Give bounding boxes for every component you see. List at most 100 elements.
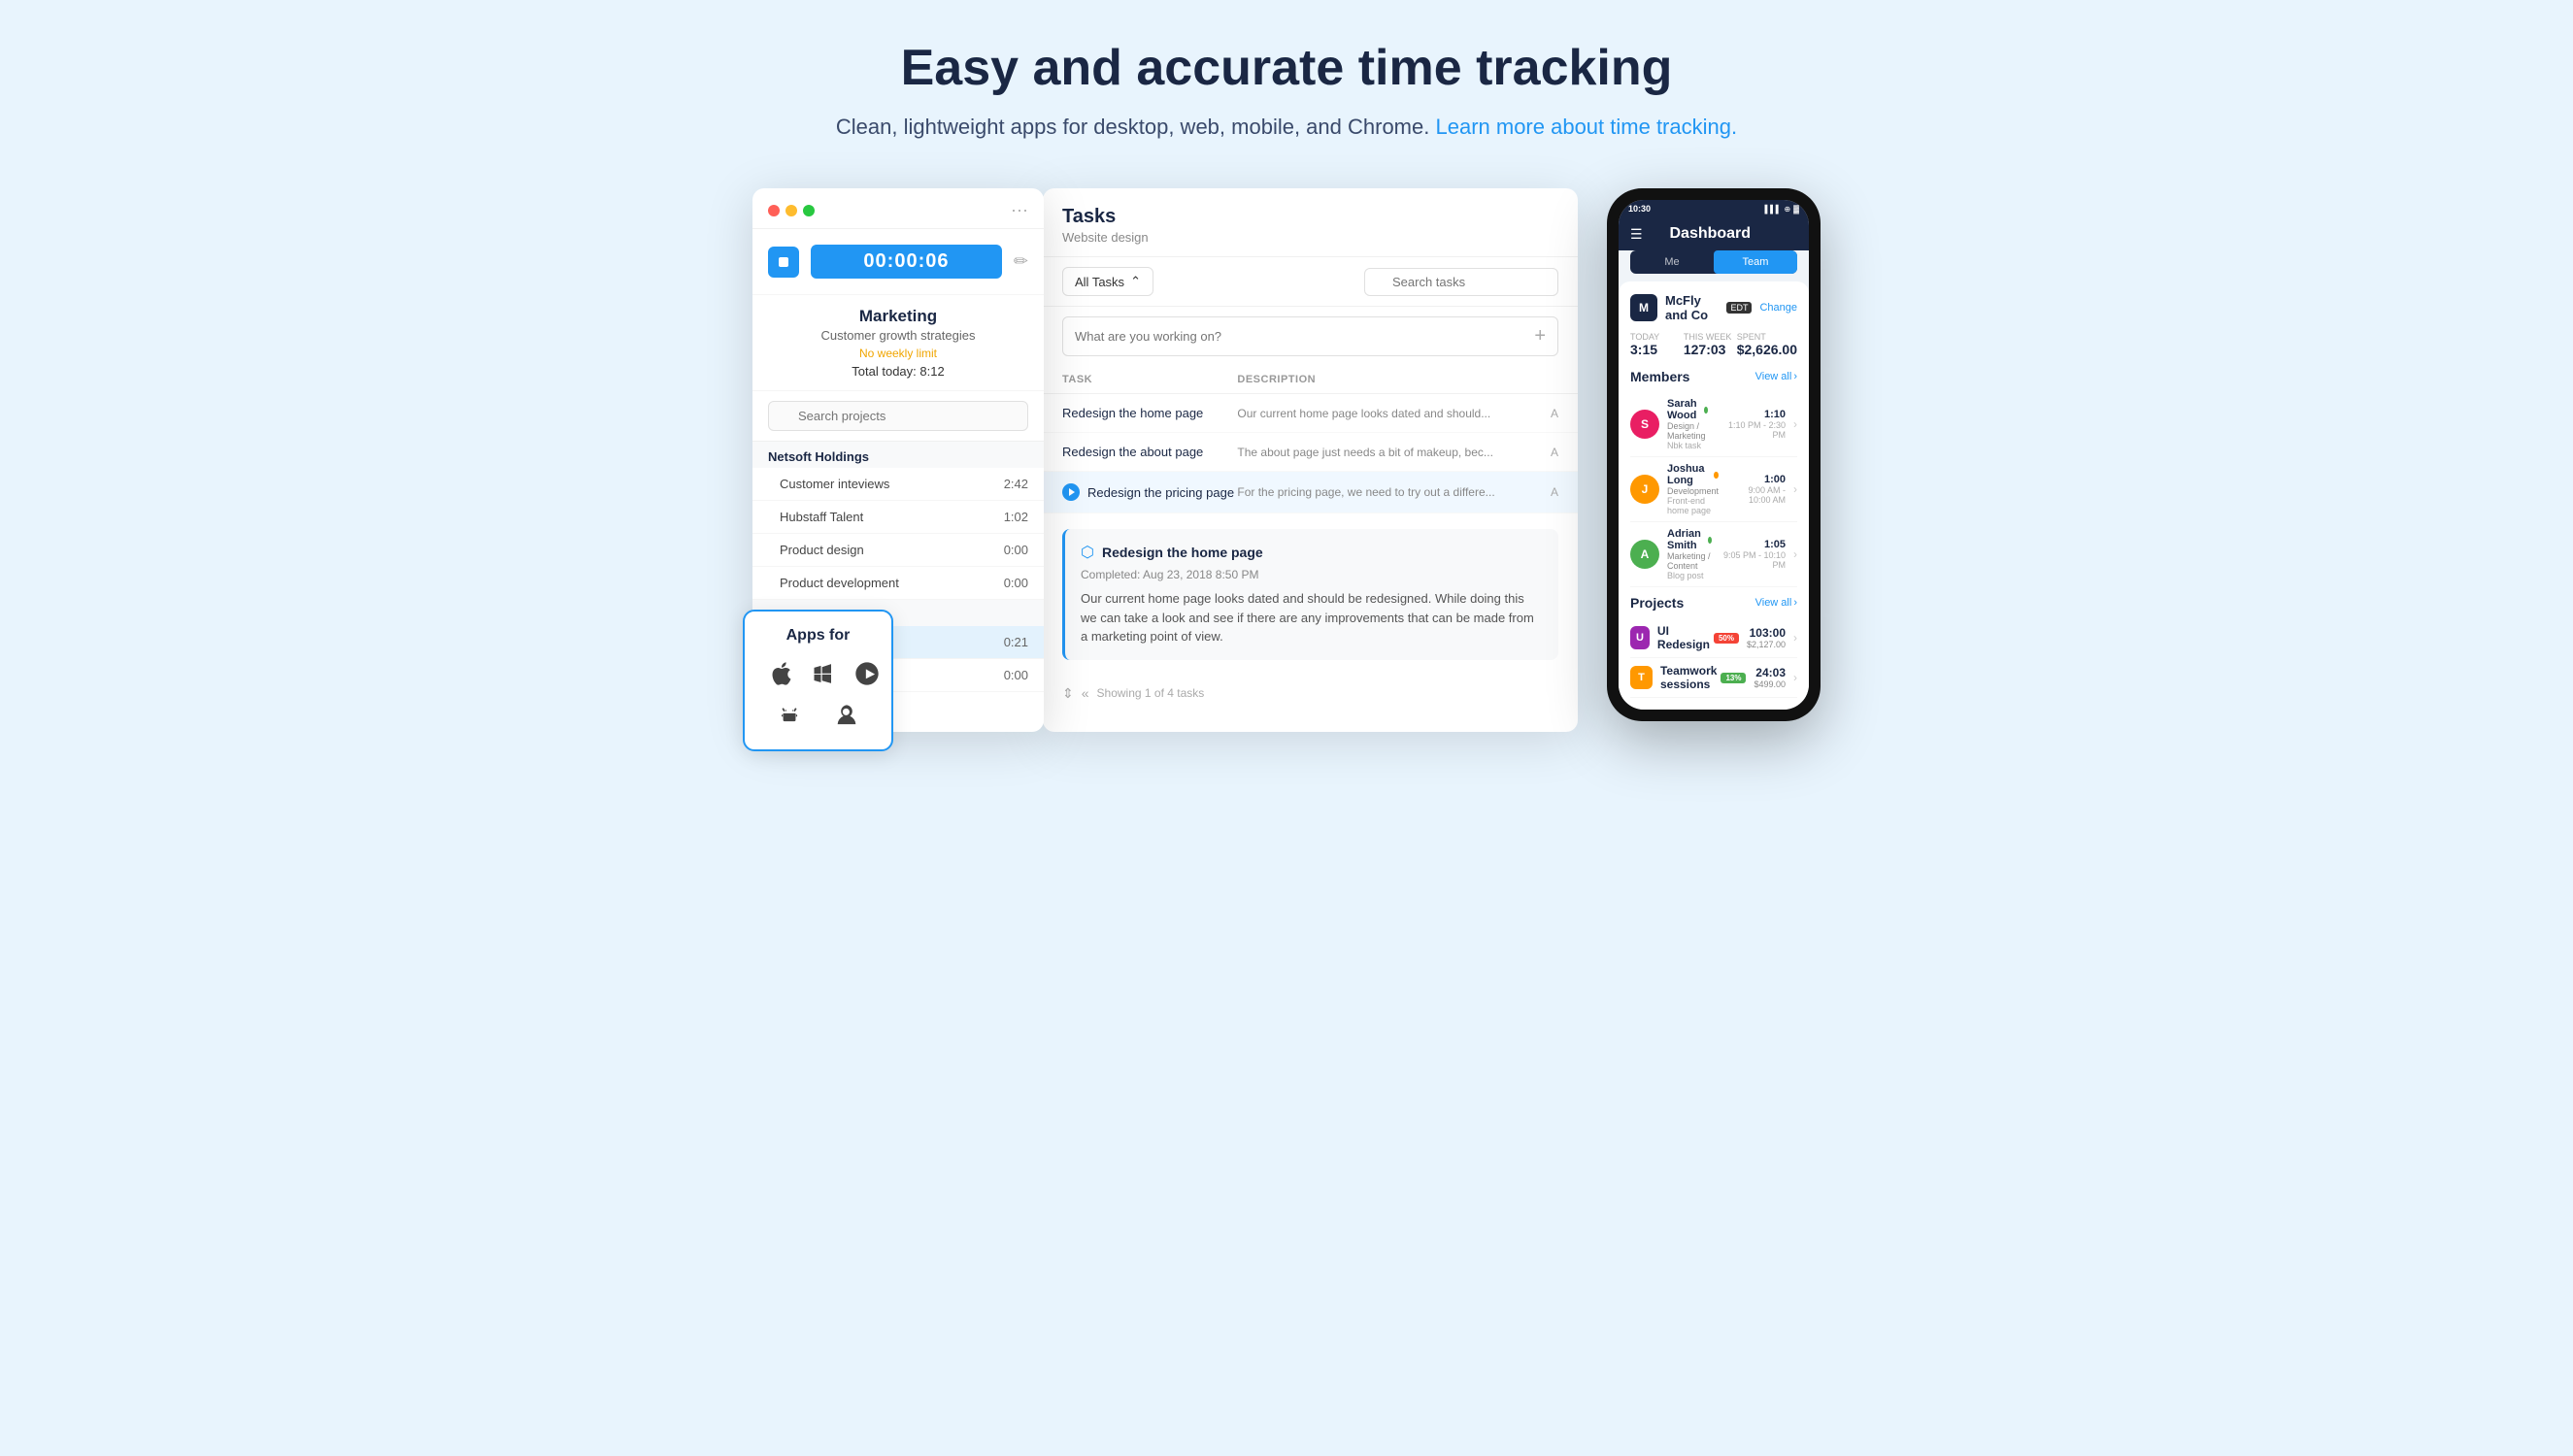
project-item-product-design[interactable]: Product design 0:00 [752,534,1044,567]
tasks-toolbar: All Tasks ⌃ [1043,257,1578,307]
member-time-value-sarah: 1:10 [1716,409,1786,420]
task-detail-header: ⬡ Redesign the home page [1081,543,1543,562]
project-row-ui-redesign[interactable]: U UI Redesign 50% 103:00 $2,127.00 › [1630,618,1797,658]
play-icon[interactable] [1062,483,1080,501]
tab-team[interactable]: Team [1714,250,1797,274]
member-time-sarah: 1:10 1:10 PM - 2:30 PM [1716,409,1786,440]
search-projects-section [752,391,1044,442]
member-row-adrian[interactable]: A Adrian Smith Marketing / Content Blog … [1630,522,1797,587]
showing-tasks-text: Showing 1 of 4 tasks [1097,686,1205,700]
phone-content: M McFly and Co EDT Change TODAY 3:15 THI… [1619,281,1809,710]
tasks-table-header: TASK DESCRIPTION [1043,366,1578,394]
stat-spent: SPENT $2,626.00 [1737,332,1797,357]
task-name-3-text: Redesign the pricing page [1087,485,1234,500]
member-name-text: Sarah Wood [1667,398,1700,421]
task-row-2[interactable]: Redesign the about page The about page j… [1043,433,1578,472]
stat-today: TODAY 3:15 [1630,332,1680,357]
status-dot-green [1708,537,1712,544]
member-name-sarah: Sarah Wood [1667,398,1708,421]
minimize-button[interactable] [785,205,797,216]
phone-tab-bar: Me Team [1630,250,1797,274]
members-view-all[interactable]: View all › [1755,371,1797,382]
tab-me[interactable]: Me [1630,250,1714,274]
project-task: Customer growth strategies [768,328,1028,343]
phone-org-change[interactable]: Change [1759,302,1797,314]
apps-icons-top-row [764,656,872,691]
col-task: TASK [1062,374,1237,385]
all-tasks-dropdown[interactable]: All Tasks ⌃ [1062,267,1153,296]
chevron-right-icon: › [1793,547,1797,561]
member-time-joshua: 1:00 9:00 AM - 10:00 AM [1726,474,1786,505]
timer-display: 00:00:06 [811,245,1002,279]
timer-section: 00:00:06 ✏ [752,229,1044,295]
phone-projects-header: Projects View all › [1630,595,1797,611]
chevron-right-icon: › [1793,417,1797,431]
member-name-adrian: Adrian Smith [1667,528,1712,551]
window-menu-icon[interactable]: ··· [1011,200,1028,220]
wifi-icon: ⊕ [1784,205,1790,214]
traffic-lights [768,205,815,216]
member-role-sarah: Design / Marketing [1667,421,1708,441]
expand-icon[interactable]: « [1082,685,1089,701]
project-item-time: 2:42 [1004,477,1028,491]
project-avatar-ui: U [1630,626,1650,649]
page-subtitle: Clean, lightweight apps for desktop, web… [836,115,1737,140]
project-budget-teamwork: $499.00 [1754,679,1786,689]
maximize-button[interactable] [803,205,815,216]
phone-status-icons: ▌▌▌ ⊕ ▓ [1764,205,1799,214]
member-avatar-adrian: A [1630,540,1659,569]
task-row-3[interactable]: Redesign the pricing page For the pricin… [1043,472,1578,513]
apple-icon [764,656,799,691]
phone-menu-icon[interactable]: ☰ [1630,226,1643,243]
page-title: Easy and accurate time tracking [901,39,1673,97]
member-row-joshua[interactable]: J Joshua Long Development Front-end home… [1630,457,1797,522]
projects-title: Projects [1630,595,1684,611]
project-badge-teamwork: 13% [1721,673,1746,683]
member-time-adrian: 1:05 9:05 PM - 10:10 PM [1720,539,1786,570]
phone-stats-row: TODAY 3:15 THIS WEEK 127:03 SPENT $2,626… [1630,332,1797,357]
android-icon [772,699,807,734]
add-task-button[interactable]: + [1534,325,1546,347]
search-projects-input[interactable] [768,401,1028,431]
task-detail-date: Completed: Aug 23, 2018 8:50 PM [1081,568,1543,581]
search-tasks-wrapper [1364,268,1558,296]
projects-view-all[interactable]: View all › [1755,597,1797,609]
chrome-icon [850,656,885,691]
project-item-customer-interviews[interactable]: Customer inteviews 2:42 [752,468,1044,501]
battery-icon: ▓ [1793,205,1799,214]
member-time-range-sarah: 1:10 PM - 2:30 PM [1716,420,1786,440]
stat-today-value: 3:15 [1630,342,1680,357]
what-working-on-bar: + [1062,316,1558,356]
what-working-input[interactable] [1075,329,1534,344]
showing-tasks: ⇕ « Showing 1 of 4 tasks [1043,676,1578,711]
member-time-value-joshua: 1:00 [1726,474,1786,485]
task-desc-2: The about page just needs a bit of makeu… [1237,446,1500,459]
chevron-right-icon: › [1793,671,1797,684]
task-row-1[interactable]: Redesign the home page Our current home … [1043,394,1578,433]
project-group-netsoft: Netsoft Holdings [752,442,1044,468]
members-title: Members [1630,369,1689,384]
project-item-name: Product development [780,576,899,590]
task-desc-3: For the pricing page, we need to try out… [1237,485,1500,499]
member-task-adrian: Blog post [1667,571,1712,580]
project-item-time: 1:02 [1004,510,1028,524]
project-name-text: UI Redesign [1657,624,1710,651]
member-row-sarah[interactable]: S Sarah Wood Design / Marketing Nbk task… [1630,392,1797,457]
project-row-teamwork[interactable]: T Teamwork sessions 13% 24:03 $499.00 › [1630,658,1797,698]
project-item-time: 0:21 [1004,635,1028,649]
member-time-range-adrian: 9:05 PM - 10:10 PM [1720,550,1786,570]
member-info-sarah: Sarah Wood Design / Marketing Nbk task [1667,398,1708,450]
project-item-hubstaff-talent[interactable]: Hubstaff Talent 1:02 [752,501,1044,534]
project-item-product-development[interactable]: Product development 0:00 [752,567,1044,600]
close-button[interactable] [768,205,780,216]
phone-org-row: M McFly and Co EDT Change [1630,293,1797,322]
collapse-icon[interactable]: ⇕ [1062,685,1074,702]
phone-status-bar: 10:30 ▌▌▌ ⊕ ▓ [1619,200,1809,217]
search-tasks-input[interactable] [1364,268,1558,296]
total-today-value: 8:12 [919,364,944,379]
stop-button[interactable] [768,247,799,278]
edit-timer-icon[interactable]: ✏ [1014,251,1028,272]
member-name-joshua: Joshua Long [1667,463,1719,486]
learn-more-link[interactable]: Learn more about time tracking. [1435,115,1737,139]
project-info-ui: UI Redesign 50% [1657,624,1739,651]
